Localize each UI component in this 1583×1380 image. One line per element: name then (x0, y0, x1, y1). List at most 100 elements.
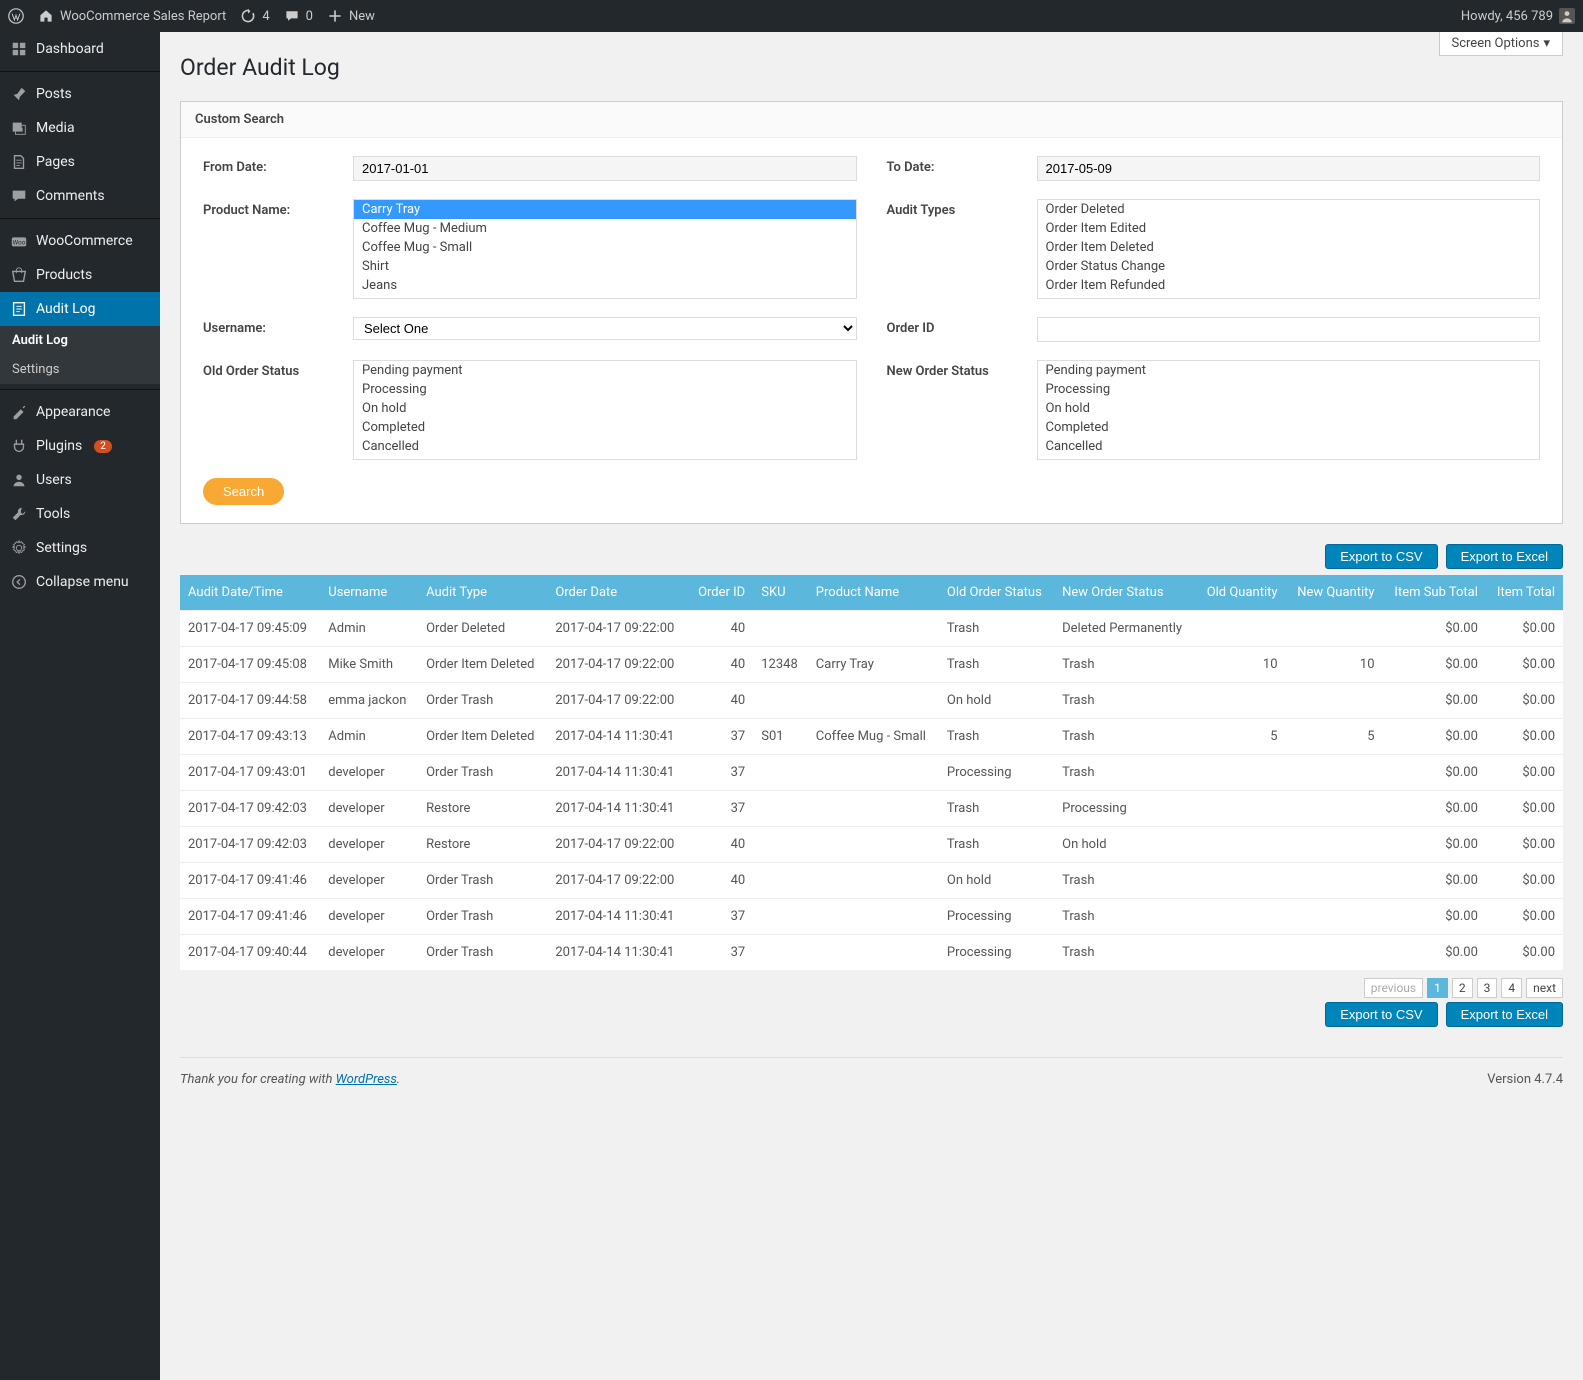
cell-user: Admin (320, 719, 418, 755)
username-select[interactable]: Select One (353, 317, 857, 340)
option[interactable]: Carry Tray (354, 200, 856, 219)
col-header[interactable]: Item Total (1486, 575, 1563, 611)
sidebar-item-products[interactable]: Products (0, 258, 160, 292)
option[interactable]: Completed (354, 418, 856, 437)
export-excel-button[interactable]: Export to Excel (1446, 544, 1563, 569)
new-link[interactable]: New (327, 8, 375, 24)
cell-type: Order Trash (418, 683, 547, 719)
cell-nq (1286, 899, 1383, 935)
option[interactable]: Jeans (354, 276, 856, 295)
col-header[interactable]: Item Sub Total (1383, 575, 1486, 611)
comments-link[interactable]: 0 (284, 8, 313, 24)
sidebar-item-label: Pages (36, 154, 75, 170)
sidebar-item-plugins[interactable]: Plugins2 (0, 429, 160, 463)
search-button[interactable]: Search (203, 478, 284, 505)
cell-old: Processing (939, 899, 1054, 935)
updates-link[interactable]: 4 (240, 8, 269, 24)
export-csv-button-bottom[interactable]: Export to CSV (1325, 1002, 1437, 1027)
col-header[interactable]: Old Quantity (1195, 575, 1285, 611)
col-header[interactable]: Audit Type (418, 575, 547, 611)
option[interactable]: Order Item Edited (1038, 219, 1540, 238)
sidebar-item-appearance[interactable]: Appearance (0, 395, 160, 429)
submenu-item-audit-log[interactable]: Audit Log (0, 326, 160, 355)
old-status-select[interactable]: Pending paymentProcessingOn holdComplete… (353, 360, 857, 460)
cell-dt: 2017-04-17 09:41:46 (180, 863, 320, 899)
new-status-select[interactable]: Pending paymentProcessingOn holdComplete… (1037, 360, 1541, 460)
option[interactable]: On hold (354, 399, 856, 418)
option[interactable]: Completed (1038, 418, 1540, 437)
wordpress-link[interactable]: WordPress (336, 1072, 397, 1087)
cell-tot: $0.00 (1486, 683, 1563, 719)
cell-sku: S01 (753, 719, 808, 755)
option[interactable]: Coffee Mug - Medium (354, 219, 856, 238)
audit-table: Audit Date/TimeUsernameAudit TypeOrder D… (180, 575, 1563, 970)
cell-odate: 2017-04-17 09:22:00 (547, 827, 687, 863)
sidebar-item-posts[interactable]: Posts (0, 77, 160, 111)
cell-sub: $0.00 (1383, 683, 1486, 719)
option[interactable]: Cancelled (354, 437, 856, 456)
audit-types-select[interactable]: Order DeletedOrder Item EditedOrder Item… (1037, 199, 1541, 299)
sidebar-item-woocommerce[interactable]: WooWooCommerce (0, 224, 160, 258)
col-header[interactable]: Old Order Status (939, 575, 1054, 611)
sidebar-item-pages[interactable]: Pages (0, 145, 160, 179)
export-csv-button[interactable]: Export to CSV (1325, 544, 1437, 569)
cell-odate: 2017-04-14 11:30:41 (547, 719, 687, 755)
sidebar-item-tools[interactable]: Tools (0, 497, 160, 531)
option[interactable]: Order Deleted (1038, 200, 1540, 219)
option[interactable]: On hold (1038, 399, 1540, 418)
option[interactable]: Processing (1038, 380, 1540, 399)
from-date-input[interactable] (353, 156, 857, 181)
table-row: 2017-04-17 09:40:44developerOrder Trash2… (180, 935, 1563, 971)
cell-type: Restore (418, 791, 547, 827)
cell-user: Admin (320, 611, 418, 647)
pager-page[interactable]: 2 (1452, 978, 1473, 998)
cell-oid: 40 (688, 611, 754, 647)
product-name-select[interactable]: Carry TrayCoffee Mug - MediumCoffee Mug … (353, 199, 857, 299)
col-header[interactable]: New Quantity (1286, 575, 1383, 611)
pager-page[interactable]: 4 (1501, 978, 1522, 998)
to-date-input[interactable] (1037, 156, 1541, 181)
admin-sidebar: Dashboard PostsMedia Pages Comments WooWooCo… (0, 32, 160, 1380)
option[interactable]: Pending payment (1038, 361, 1540, 380)
to-date-label: To Date: (887, 156, 1037, 175)
screen-options-toggle[interactable]: Screen Options ▾ (1439, 32, 1564, 56)
sidebar-item-settings[interactable]: Settings (0, 531, 160, 565)
sidebar-item-audit-log[interactable]: Audit Log (0, 292, 160, 326)
export-excel-button-bottom[interactable]: Export to Excel (1446, 1002, 1563, 1027)
pager-previous[interactable]: previous (1364, 978, 1423, 998)
sidebar-item-collapse-menu[interactable]: Collapse menu (0, 565, 160, 599)
col-header[interactable]: New Order Status (1054, 575, 1195, 611)
col-header[interactable]: SKU (753, 575, 808, 611)
wp-logo[interactable] (8, 8, 24, 24)
order-id-input[interactable] (1037, 317, 1541, 342)
option[interactable]: Pending payment (354, 361, 856, 380)
option[interactable]: Order Status Change (1038, 257, 1540, 276)
option[interactable]: Order Item Deleted (1038, 238, 1540, 257)
cell-pname (808, 611, 939, 647)
sidebar-item-comments[interactable]: Comments (0, 179, 160, 213)
pager-page[interactable]: 1 (1427, 978, 1448, 998)
submenu-item-settings[interactable]: Settings (0, 355, 160, 384)
col-header[interactable]: Audit Date/Time (180, 575, 320, 611)
col-header[interactable]: Product Name (808, 575, 939, 611)
cell-oid: 37 (688, 899, 754, 935)
option[interactable]: Cancelled (1038, 437, 1540, 456)
site-name-link[interactable]: WooCommerce Sales Report (38, 8, 226, 24)
cell-tot: $0.00 (1486, 719, 1563, 755)
howdy-link[interactable]: Howdy, 456 789 (1461, 8, 1575, 24)
option[interactable]: Processing (354, 380, 856, 399)
sidebar-item-users[interactable]: Users (0, 463, 160, 497)
col-header[interactable]: Order Date (547, 575, 687, 611)
sidebar-item-media[interactable]: Media (0, 111, 160, 145)
col-header[interactable]: Username (320, 575, 418, 611)
option[interactable]: Order Item Refunded (1038, 276, 1540, 295)
sidebar-item-label: Audit Log (36, 301, 96, 317)
sidebar-item-dashboard[interactable]: Dashboard (0, 32, 160, 66)
option[interactable]: Shirt (354, 257, 856, 276)
option[interactable]: Coffee Mug - Small (354, 238, 856, 257)
pager-next[interactable]: next (1526, 978, 1563, 998)
cell-sub: $0.00 (1383, 755, 1486, 791)
cell-sku (753, 683, 808, 719)
col-header[interactable]: Order ID (688, 575, 754, 611)
pager-page[interactable]: 3 (1477, 978, 1498, 998)
